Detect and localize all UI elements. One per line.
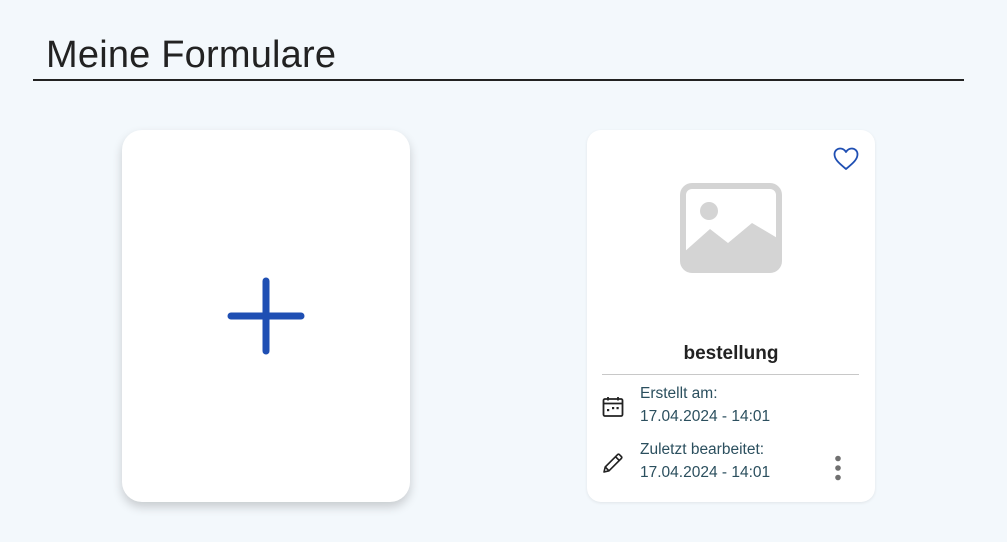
plus-icon <box>227 277 305 355</box>
image-placeholder-icon <box>680 183 782 273</box>
heart-outline-icon <box>833 147 859 170</box>
edited-label: Zuletzt bearbeitet: <box>640 441 765 458</box>
add-form-card[interactable] <box>122 130 410 502</box>
pencil-icon <box>603 453 623 473</box>
created-label: Erstellt am: <box>640 385 718 402</box>
form-name[interactable]: bestellung <box>587 343 875 365</box>
favorite-button[interactable] <box>831 144 861 174</box>
card-divider <box>602 374 859 375</box>
edited-value: 17.04.2024 - 14:01 <box>640 464 771 481</box>
more-vertical-icon <box>835 455 841 481</box>
created-info: Erstellt am: 17.04.2024 - 14:01 <box>640 382 770 428</box>
calendar-icon <box>602 397 624 417</box>
page-title: Meine Formulare <box>46 34 337 76</box>
page: Meine Formulare bestellung Erstellt am: … <box>0 0 1007 542</box>
edited-info: Zuletzt bearbeitet: 17.04.2024 - 14:01 <box>640 438 770 484</box>
more-options-button[interactable] <box>827 453 849 483</box>
created-value: 17.04.2024 - 14:01 <box>640 408 771 425</box>
title-divider <box>33 79 964 81</box>
form-card[interactable]: bestellung Erstellt am: 17.04.2024 - 14:… <box>587 130 875 502</box>
